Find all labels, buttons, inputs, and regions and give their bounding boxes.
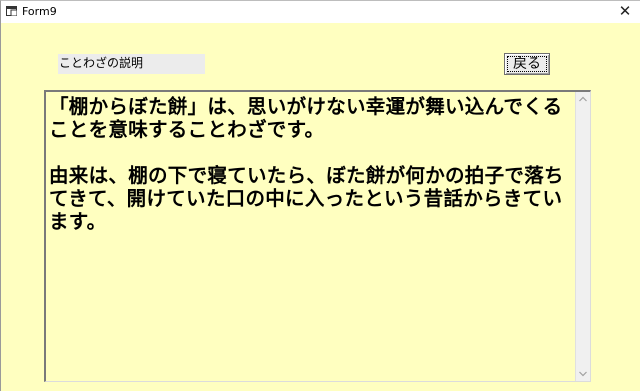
scroll-up-arrow-icon[interactable] [576,92,590,107]
vertical-scrollbar[interactable] [575,92,590,381]
scroll-down-arrow-icon[interactable] [576,366,590,381]
back-button[interactable]: 戻る [504,53,550,75]
description-paragraph-2: 由来は、棚の下で寝ていたら、ぼた餅が何かの拍子で落ちてきて、開けていた口の中に入… [49,164,564,233]
form-window: Form9 ✕ ことわざの説明 戻る 「棚からぼた餅」は、思いがけない幸運が舞い… [0,0,640,391]
title-bar[interactable]: Form9 ✕ [1,1,640,23]
description-textarea[interactable]: 「棚からぼた餅」は、思いがけない幸運が舞い込んでくることを意味することわざです。… [44,90,591,382]
window-title: Form9 [22,5,57,18]
form-icon [6,6,17,16]
proverb-description-label: ことわざの説明 [58,54,205,74]
back-button-label: 戻る [507,56,547,72]
close-icon: ✕ [618,2,632,20]
description-text: 「棚からぼた餅」は、思いがけない幸運が舞い込んでくることを意味することわざです。… [49,95,571,233]
description-paragraph-1: 「棚からぼた餅」は、思いがけない幸運が舞い込んでくることを意味することわざです。 [49,95,563,141]
close-button[interactable]: ✕ [610,1,640,23]
